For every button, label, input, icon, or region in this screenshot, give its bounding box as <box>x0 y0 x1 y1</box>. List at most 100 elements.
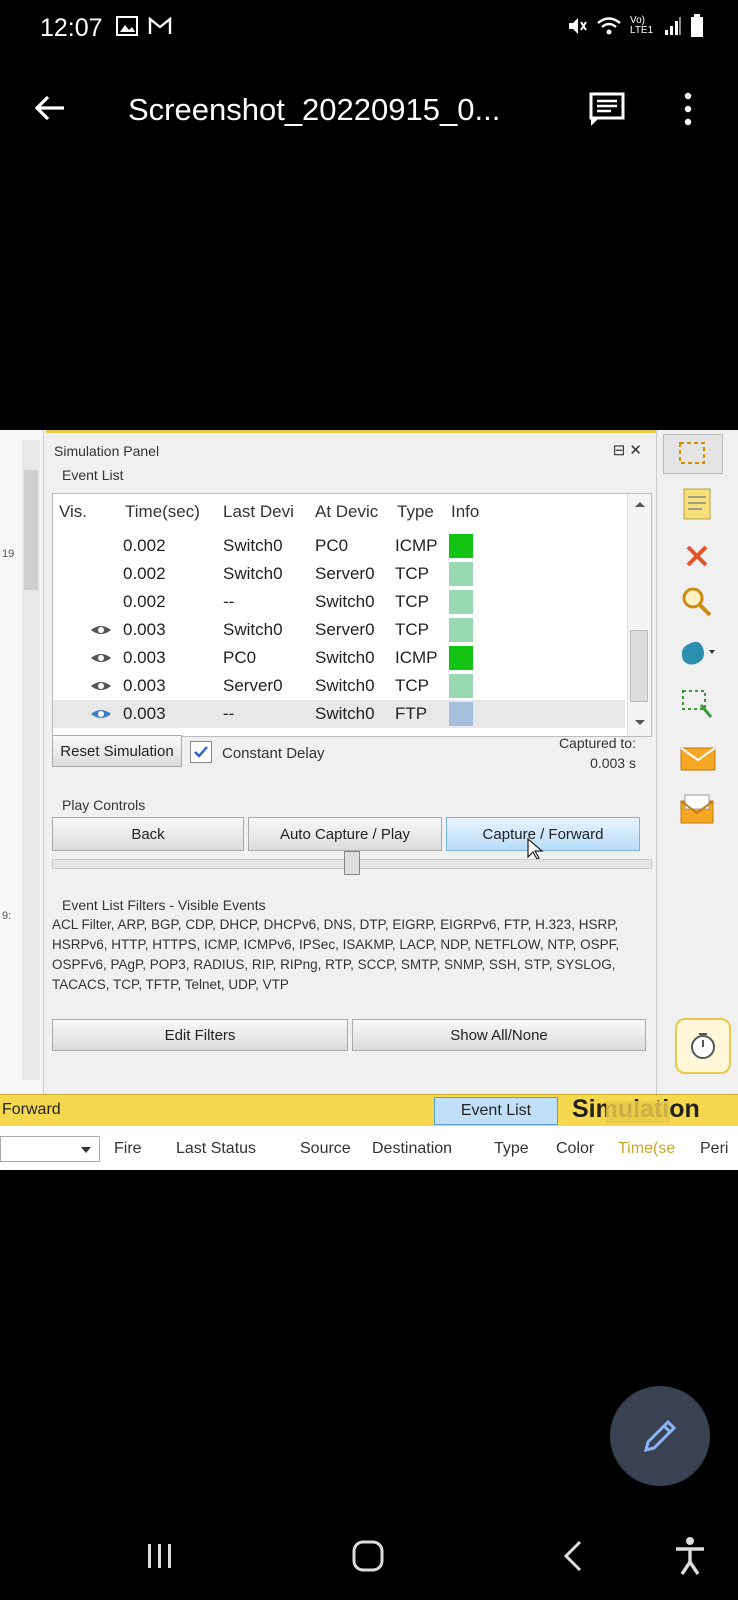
col-time[interactable]: Time(sec) <box>125 502 200 522</box>
visibility-eye-icon[interactable] <box>89 622 113 638</box>
event-type: TCP <box>395 592 429 611</box>
col-destination[interactable]: Destination <box>372 1140 452 1158</box>
edit-fab[interactable] <box>610 1386 710 1486</box>
home-icon[interactable] <box>346 1534 390 1578</box>
captured-to-label: Captured to: <box>558 735 636 751</box>
panel-title: Simulation Panel <box>54 443 160 459</box>
event-row[interactable]: 0.003 PC0 Switch0 ICMP <box>53 644 625 672</box>
event-list-tab[interactable]: Event List <box>434 1097 558 1125</box>
speed-slider-thumb[interactable] <box>344 851 360 875</box>
col-last-device[interactable]: Last Devi <box>223 502 294 522</box>
event-time: 0.002 <box>123 536 166 555</box>
recents-icon[interactable] <box>138 1534 182 1578</box>
event-row[interactable]: 0.003 Switch0 Server0 TCP <box>53 616 625 644</box>
add-simple-pdu-tool[interactable] <box>675 736 719 780</box>
event-time: 0.002 <box>123 592 166 611</box>
mode-bar: Forward Event List Simulation <box>0 1094 738 1126</box>
event-type: TCP <box>395 676 429 695</box>
back-button[interactable]: Back <box>52 817 244 851</box>
simulation-panel: Simulation Panel ⊟ ✕ Event List Vis. Tim… <box>46 430 656 1094</box>
back-arrow-icon[interactable] <box>32 90 68 126</box>
event-row[interactable]: 0.002 -- Switch0 TCP <box>53 588 625 616</box>
app-bar: Screenshot_20220915_0... <box>0 74 738 144</box>
event-row[interactable]: 0.003 -- Switch0 FTP <box>53 700 625 728</box>
captured-to-value: 0.003 s <box>590 755 636 771</box>
col-type[interactable]: Type <box>397 502 434 522</box>
show-all-none-button[interactable]: Show All/None <box>352 1019 646 1051</box>
event-at: PC0 <box>315 536 349 555</box>
col-color[interactable]: Color <box>556 1140 594 1158</box>
event-type: ICMP <box>395 648 438 667</box>
select-tool[interactable] <box>663 434 723 474</box>
visibility-eye-icon[interactable] <box>89 650 113 666</box>
event-row[interactable]: 0.002 Switch0 PC0 ICMP <box>53 532 625 560</box>
reset-simulation-button[interactable]: Reset Simulation <box>52 735 182 767</box>
col-vis[interactable]: Vis. <box>59 502 87 522</box>
info-color-swatch[interactable] <box>449 590 473 614</box>
col-info[interactable]: Info <box>451 502 479 522</box>
event-list-scrollbar[interactable] <box>627 494 651 736</box>
scroll-down-icon[interactable] <box>628 712 652 732</box>
stray-label: 19 <box>2 548 15 560</box>
comment-icon[interactable] <box>588 90 626 128</box>
col-periodic[interactable]: Peri <box>700 1140 728 1158</box>
info-color-swatch[interactable] <box>449 618 473 642</box>
info-color-swatch[interactable] <box>449 702 473 726</box>
info-color-swatch[interactable] <box>449 646 473 670</box>
event-row[interactable]: 0.002 Switch0 Server0 TCP <box>53 560 625 588</box>
back-nav-icon[interactable] <box>552 1534 596 1578</box>
event-time: 0.002 <box>123 564 166 583</box>
visibility-eye-icon[interactable] <box>89 678 113 694</box>
stopwatch-icon <box>691 1033 715 1059</box>
simulation-mode-tab[interactable] <box>675 1018 731 1074</box>
network-label: Vo) LTE1 <box>630 15 654 36</box>
status-time: 12:07 <box>40 14 103 42</box>
event-type: ICMP <box>395 536 438 555</box>
event-type: TCP <box>395 564 429 583</box>
file-title: Screenshot_20220915_0... <box>128 92 501 127</box>
add-complex-pdu-tool[interactable] <box>675 788 719 832</box>
constant-delay-checkbox[interactable] <box>190 741 212 763</box>
delete-tool[interactable] <box>675 534 719 578</box>
filters-label: Event List Filters - Visible Events <box>62 897 266 913</box>
select-icon <box>679 442 705 464</box>
edit-filters-button[interactable]: Edit Filters <box>52 1019 348 1051</box>
event-time: 0.003 <box>123 620 166 639</box>
event-at: Switch0 <box>315 648 375 667</box>
draw-tool[interactable] <box>675 630 719 674</box>
scenario-select[interactable] <box>0 1136 100 1162</box>
left-scroll-thumb[interactable] <box>24 470 38 590</box>
mute-icon <box>569 18 587 34</box>
event-list: Vis. Time(sec) Last Devi At Devic Type I… <box>52 493 652 737</box>
more-vert-icon[interactable] <box>680 90 696 128</box>
scroll-up-icon[interactable] <box>628 494 652 514</box>
accessibility-icon[interactable] <box>668 1534 712 1578</box>
auto-capture-play-button[interactable]: Auto Capture / Play <box>248 817 442 851</box>
info-color-swatch[interactable] <box>449 534 473 558</box>
info-color-swatch[interactable] <box>449 562 473 586</box>
event-row[interactable]: 0.003 Server0 Switch0 TCP <box>53 672 625 700</box>
panel-window-controls[interactable]: ⊟ ✕ <box>613 441 642 459</box>
info-color-swatch[interactable] <box>449 674 473 698</box>
resize-tool[interactable] <box>675 682 719 726</box>
visible-events-list: ACL Filter, ARP, BGP, CDP, DHCP, DHCPv6,… <box>52 917 620 992</box>
col-source[interactable]: Source <box>300 1140 351 1158</box>
screenshot-image: 19 9: Simulation Panel ⊟ ✕ Event List Vi… <box>0 430 738 1170</box>
resize-icon <box>682 690 713 718</box>
col-last-status[interactable]: Last Status <box>176 1140 256 1158</box>
note-tool[interactable] <box>675 482 719 526</box>
visibility-eye-icon[interactable] <box>89 706 113 722</box>
event-time: 0.003 <box>123 648 166 667</box>
col-fire[interactable]: Fire <box>114 1140 142 1158</box>
battery-icon <box>691 14 703 37</box>
chevron-down-icon <box>81 1147 91 1153</box>
checkmark-icon <box>194 746 208 758</box>
col-time[interactable]: Time(se <box>618 1140 675 1158</box>
col-type[interactable]: Type <box>494 1140 529 1158</box>
scroll-thumb[interactable] <box>630 630 648 702</box>
event-at: Server0 <box>315 620 375 639</box>
inspect-tool[interactable] <box>675 580 719 624</box>
col-at-device[interactable]: At Devic <box>315 502 378 522</box>
event-at: Server0 <box>315 564 375 583</box>
event-last: -- <box>223 704 235 723</box>
